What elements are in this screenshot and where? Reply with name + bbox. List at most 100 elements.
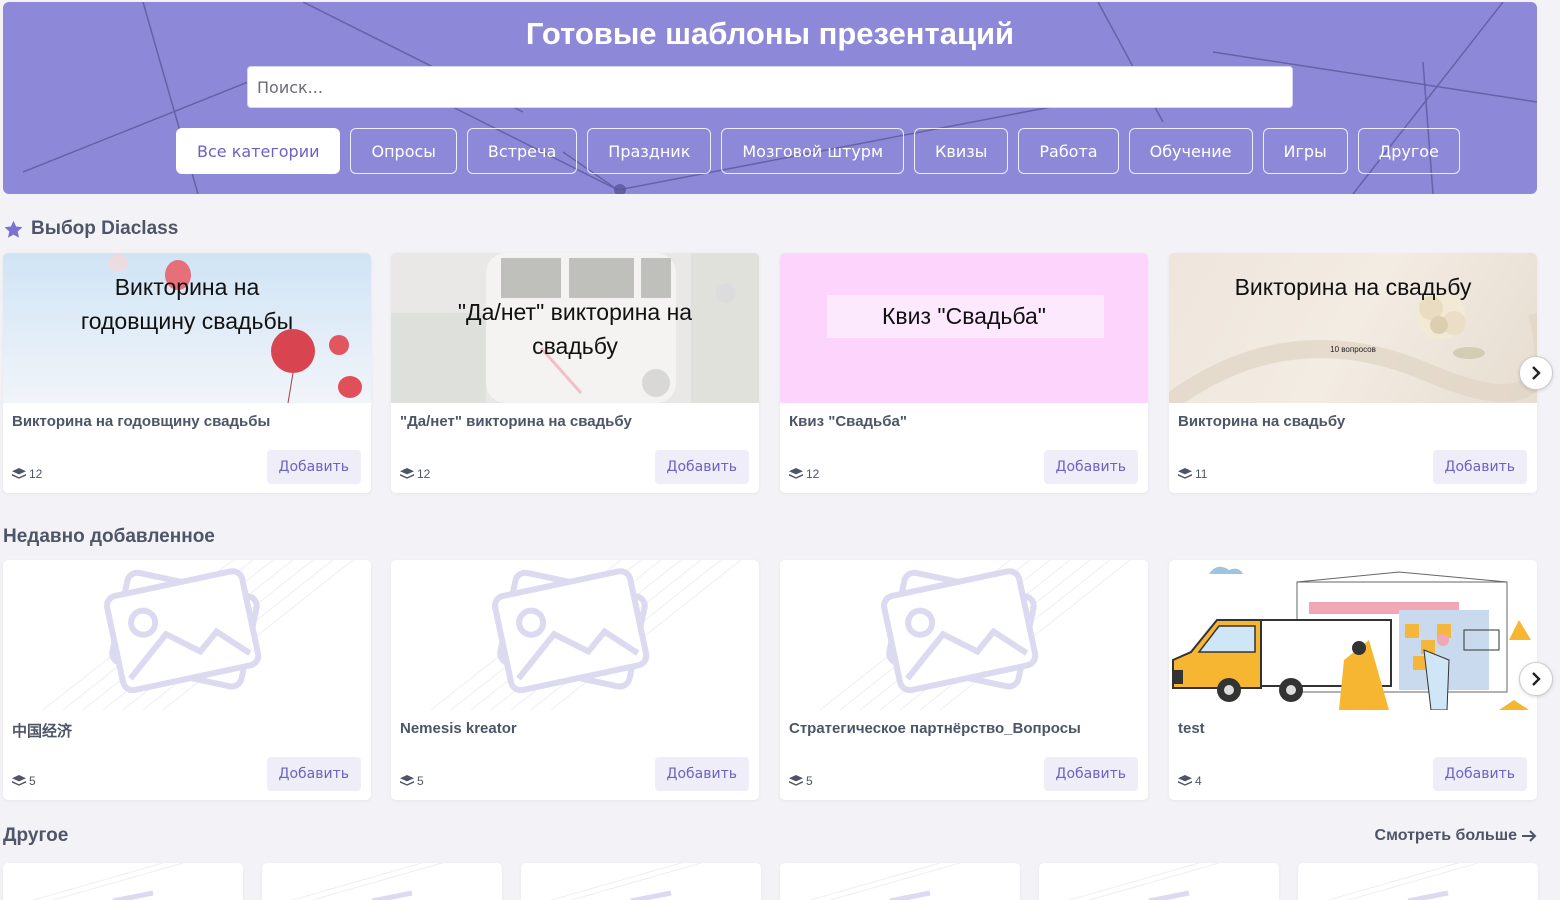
- category-holiday[interactable]: Праздник: [587, 128, 712, 174]
- layers-icon: [400, 468, 414, 479]
- template-title[interactable]: Стратегическое партнёрство_Вопросы: [789, 720, 1081, 737]
- slide-count-value: 5: [417, 774, 424, 788]
- layers-icon: [789, 775, 803, 786]
- template-card[interactable]: [521, 863, 761, 900]
- section-title-other-label: Другое: [3, 825, 69, 846]
- category-polls[interactable]: Опросы: [350, 128, 457, 174]
- template-title[interactable]: 中国经济: [12, 720, 72, 741]
- see-more-label: Смотреть больше: [1374, 827, 1517, 844]
- image-placeholder-icon: [1067, 863, 1220, 900]
- section-title-other: Другое: [3, 825, 68, 847]
- thumbnail-subtext: 10 вопросов: [1330, 345, 1376, 354]
- page-title: Готовые шаблоны презентаций: [525, 16, 1015, 51]
- template-card[interactable]: Nemesis kreator 5 Добавить: [391, 560, 759, 800]
- add-template-button[interactable]: Добавить: [266, 450, 361, 484]
- add-template-button[interactable]: Добавить: [1043, 757, 1138, 791]
- see-more-link[interactable]: Смотреть больше: [1375, 827, 1537, 845]
- add-template-button[interactable]: Добавить: [266, 757, 361, 791]
- template-card[interactable]: test 4 Добавить: [1169, 560, 1537, 800]
- slide-count: 4: [1178, 774, 1202, 788]
- slide-count: 5: [789, 774, 813, 788]
- add-template-button[interactable]: Добавить: [654, 757, 749, 791]
- layers-icon: [1178, 468, 1192, 479]
- image-placeholder-icon: [549, 863, 702, 900]
- section-title-recent: Недавно добавленное: [3, 526, 215, 548]
- category-quizzes[interactable]: Квизы: [914, 128, 1009, 174]
- template-card[interactable]: "Да/нет" викторина на свадьбу "Да/нет" в…: [391, 253, 759, 493]
- layers-icon: [1178, 775, 1192, 786]
- template-card[interactable]: [1298, 863, 1538, 900]
- image-placeholder-icon: [430, 560, 742, 710]
- thumbnail-text: Викторина на свадьбу: [1234, 274, 1472, 300]
- add-template-button[interactable]: Добавить: [654, 450, 749, 484]
- template-thumbnail[interactable]: [780, 560, 1148, 710]
- template-card[interactable]: 中国经济 5 Добавить: [3, 560, 371, 800]
- section-title-featured-label: Выбор Diaclass: [31, 218, 179, 239]
- chevron-right-icon: [1532, 672, 1541, 686]
- template-card[interactable]: Квиз "Свадьба" Квиз "Свадьба" 12 Добавит…: [780, 253, 1148, 493]
- slide-count-value: 5: [806, 774, 813, 788]
- image-placeholder-icon: [31, 863, 184, 900]
- image-placeholder-icon: [290, 863, 443, 900]
- hero-banner: Готовые шаблоны презентаций Все категори…: [3, 2, 1537, 194]
- slide-count-value: 11: [1195, 467, 1208, 481]
- template-title[interactable]: Nemesis kreator: [400, 720, 517, 737]
- category-all[interactable]: Все категории: [176, 128, 341, 174]
- slide-count-value: 4: [1195, 774, 1202, 788]
- search-input[interactable]: [247, 66, 1293, 108]
- template-thumbnail[interactable]: Викторина на годовщину свадьбы: [3, 253, 371, 403]
- arrow-right-icon: [1522, 830, 1537, 842]
- category-filter-bar: Все категории Опросы Встреча Праздник Мо…: [176, 128, 1460, 174]
- category-other[interactable]: Другое: [1357, 128, 1460, 174]
- template-card[interactable]: Викторина на годовщину свадьбы Викторина…: [3, 253, 371, 493]
- layers-icon: [12, 468, 26, 479]
- carousel-next-button[interactable]: [1519, 356, 1553, 390]
- template-thumbnail[interactable]: Викторина на свадьбу 10 вопросов: [1169, 253, 1537, 403]
- template-title[interactable]: Викторина на годовщину свадьбы: [12, 413, 270, 430]
- delivery-truck-illustration: [1172, 566, 1531, 710]
- template-thumbnail[interactable]: Квиз "Свадьба": [780, 253, 1148, 403]
- image-placeholder-icon: [1326, 863, 1479, 900]
- template-title[interactable]: Квиз "Свадьба": [789, 413, 907, 430]
- layers-icon: [12, 775, 26, 786]
- template-thumbnail[interactable]: [1169, 560, 1537, 710]
- category-brainstorm[interactable]: Мозговой штурм: [721, 128, 905, 174]
- slide-count: 12: [789, 467, 819, 481]
- category-games[interactable]: Игры: [1262, 128, 1348, 174]
- carousel-next-button[interactable]: [1519, 662, 1553, 696]
- slide-count-value: 12: [417, 467, 431, 481]
- category-work[interactable]: Работа: [1018, 128, 1119, 174]
- layers-icon: [400, 775, 414, 786]
- image-placeholder-icon: [819, 560, 1131, 710]
- template-card[interactable]: [1039, 863, 1279, 900]
- template-title[interactable]: Викторина на свадьбу: [1178, 413, 1345, 430]
- template-card[interactable]: [3, 863, 243, 900]
- template-title[interactable]: "Да/нет" викторина на свадьбу: [400, 413, 632, 430]
- slide-count: 5: [12, 774, 36, 788]
- template-card[interactable]: Стратегическое партнёрство_Вопросы 5 Доб…: [780, 560, 1148, 800]
- category-education[interactable]: Обучение: [1128, 128, 1253, 174]
- section-title-featured: Выбор Diaclass: [3, 218, 178, 240]
- slide-count: 11: [1178, 467, 1207, 481]
- add-template-button[interactable]: Добавить: [1432, 450, 1527, 484]
- template-thumbnail[interactable]: "Да/нет" викторина на свадьбу: [391, 253, 759, 403]
- template-title[interactable]: test: [1178, 720, 1205, 737]
- image-placeholder-icon: [42, 560, 354, 710]
- template-thumbnail[interactable]: [3, 560, 371, 710]
- add-template-button[interactable]: Добавить: [1432, 757, 1527, 791]
- template-card[interactable]: [780, 863, 1020, 900]
- image-placeholder-icon: [808, 863, 961, 900]
- slide-count: 12: [400, 467, 430, 481]
- template-card[interactable]: [262, 863, 502, 900]
- add-template-button[interactable]: Добавить: [1043, 450, 1138, 484]
- slide-count-value: 12: [29, 467, 43, 481]
- chevron-right-icon: [1532, 366, 1541, 380]
- template-thumbnail[interactable]: [391, 560, 759, 710]
- slide-count: 5: [400, 774, 424, 788]
- category-meeting[interactable]: Встреча: [466, 128, 578, 174]
- template-card[interactable]: Викторина на свадьбу 10 вопросов Виктори…: [1169, 253, 1537, 493]
- thumbnail-text: Викторина на годовщину свадьбы: [80, 274, 294, 334]
- slide-count: 12: [12, 467, 42, 481]
- slide-count-value: 12: [806, 467, 820, 481]
- section-title-recent-label: Недавно добавленное: [3, 526, 215, 547]
